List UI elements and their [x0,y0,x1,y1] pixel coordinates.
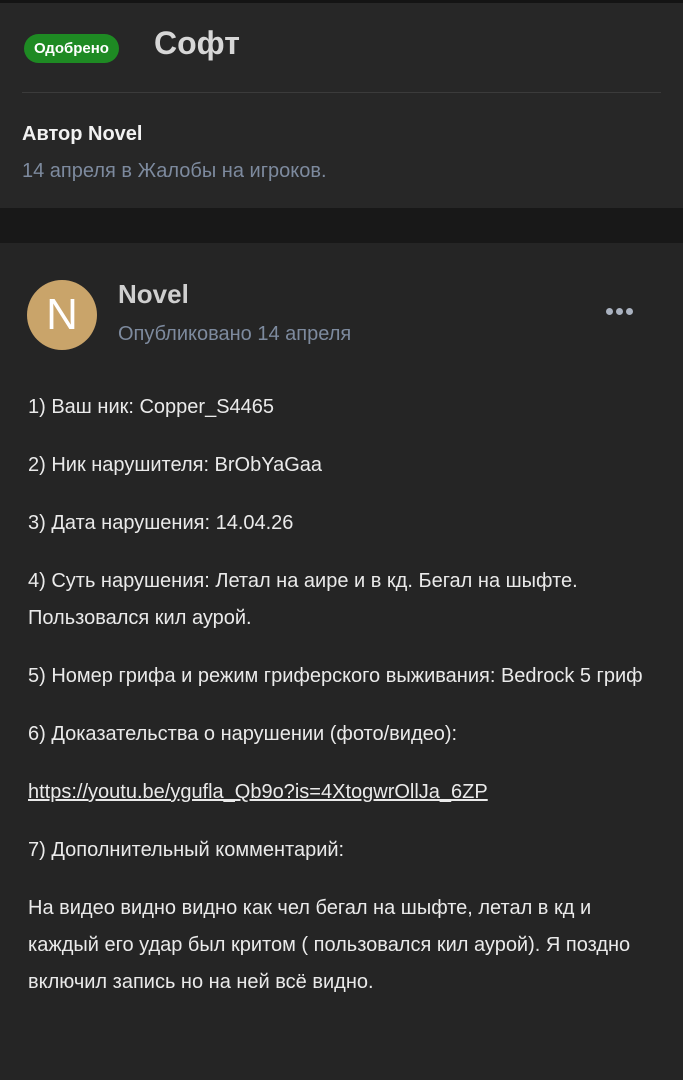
field-comment: На видео видно видно как чел бегал на шы… [28,897,631,993]
field-nickname: 1) Ваш ник: Copper_S4465 [28,396,275,418]
field-violation-date: 3) Дата нарушения: 14.04.26 [28,512,294,534]
header-divider [22,92,661,93]
evidence-link[interactable]: https://youtu.be/ygufla_Qb9o?is=4XtogwrO… [28,781,488,803]
post-content: 1) Ваш ник: Copper_S4465 2) Ник нарушите… [28,389,660,1022]
post-date[interactable]: Опубликовано 14 апреля [118,323,351,346]
post-card: N Novel Опубликовано 14 апреля 1) Ваш ни… [0,243,683,1080]
topic-header: Одобрено Софт Автор Novel 14 апреля в Жа… [0,3,683,208]
field-evidence: 6) Доказательства о нарушении (фото/виде… [28,723,458,745]
post-author-name[interactable]: Novel [118,279,189,310]
more-dots-icon[interactable] [604,305,636,319]
field-server-mode: 5) Номер грифа и режим гриферского выжив… [28,665,643,687]
avatar[interactable]: N [27,280,97,350]
approved-badge: Одобрено [24,34,119,63]
field-comment-label: 7) Дополнительный комментарий: [28,839,345,861]
field-violator-nickname: 2) Ник нарушителя: BrObYaGaa [28,454,323,476]
evidence-link-row: https://youtu.be/ygufla_Qb9o?is=4XtogwrO… [28,774,660,811]
section-gap [0,208,683,243]
topic-meta[interactable]: 14 апреля в Жалобы на игроков. [22,160,327,183]
field-violation-essence: 4) Суть нарушения: Летал на аире и в кд.… [28,570,578,629]
topic-author[interactable]: Автор Novel [22,123,142,146]
topic-title: Софт [154,25,240,61]
